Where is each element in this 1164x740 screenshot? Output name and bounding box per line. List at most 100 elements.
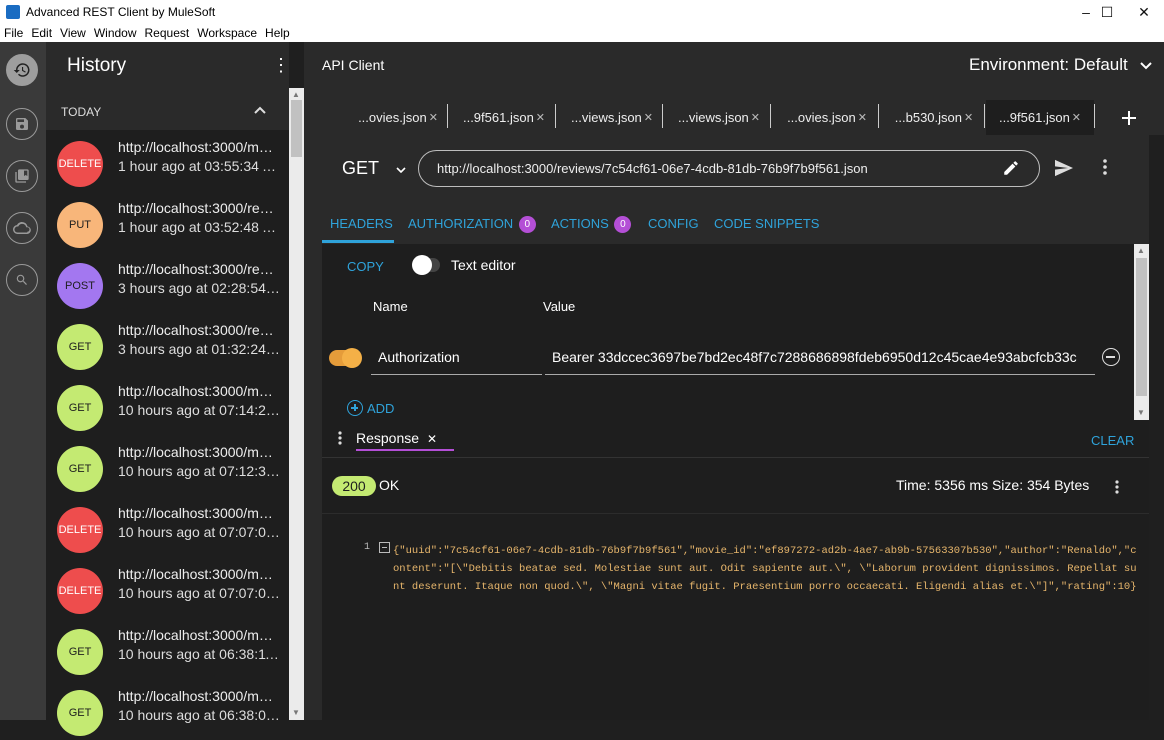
close-tab-icon[interactable]: ✕ <box>644 111 653 124</box>
tab-divider <box>984 104 985 128</box>
close-tab-icon[interactable]: ✕ <box>858 111 867 124</box>
header-value-input[interactable]: Bearer 33dccec3697be7bd2ec48f7c728868689… <box>545 339 1095 375</box>
tab-authorization[interactable]: AUTHORIZATION 0 <box>408 216 536 234</box>
column-header-value: Value <box>543 299 576 314</box>
close-tab-icon[interactable]: ✕ <box>429 111 438 124</box>
drag-handle-icon[interactable] <box>338 431 342 445</box>
count-badge: 0 <box>518 216 536 234</box>
more-vert-icon[interactable]: ⋮ <box>272 56 290 74</box>
scrollbar-thumb[interactable] <box>1136 258 1147 396</box>
scroll-down-icon[interactable]: ▼ <box>292 708 300 717</box>
menu-edit[interactable]: Edit <box>31 26 52 40</box>
more-vert-icon[interactable] <box>1103 159 1107 175</box>
history-item[interactable]: GET http://localhost:3000/movies.json 10 h… <box>46 618 289 679</box>
menu-help[interactable]: Help <box>265 26 290 40</box>
request-tab-active[interactable]: ...9f561.json ✕ <box>986 100 1094 135</box>
history-item[interactable]: GET http://localhost:3000/reviews.json 3 h… <box>46 313 289 374</box>
headers-editor: COPY Text editor Name Value Authorizatio… <box>322 244 1134 420</box>
clear-response-button[interactable]: CLEAR <box>1091 433 1134 448</box>
environment-label: Environment: Default <box>969 55 1128 74</box>
close-window-button[interactable]: ✕ <box>1124 0 1164 24</box>
history-item[interactable]: GET http://localhost:3000/movies.json 10 h… <box>46 374 289 435</box>
collapse-icon[interactable] <box>379 542 390 553</box>
saved-requests-icon[interactable] <box>6 160 38 192</box>
close-tab-icon[interactable]: ✕ <box>751 111 760 124</box>
history-icon[interactable] <box>6 54 38 86</box>
remove-header-icon[interactable] <box>1102 348 1120 366</box>
send-icon[interactable] <box>1054 159 1074 182</box>
history-item-url: http://localhost:3000/movies.json <box>118 383 280 399</box>
header-enabled-toggle[interactable] <box>329 348 362 368</box>
search-icon[interactable] <box>6 264 38 296</box>
tab-headers[interactable]: HEADERS <box>330 216 393 231</box>
menu-workspace[interactable]: Workspace <box>197 26 257 40</box>
history-item-time: 10 hours ago at 06:38:04 PM <box>118 707 280 723</box>
history-item[interactable]: GET http://localhost:3000/movies.json 10 h… <box>46 679 289 740</box>
history-item-url: http://localhost:3000/movies.json <box>118 566 280 582</box>
history-item[interactable]: POST http://localhost:3000/reviews.json 3 … <box>46 252 289 313</box>
scroll-down-icon[interactable]: ▼ <box>1137 408 1145 417</box>
status-code-badge: 200 <box>332 476 376 496</box>
response-tab[interactable]: Response ✕ <box>356 430 437 446</box>
environment-selector[interactable]: Environment: Default <box>969 55 1153 75</box>
tab-config[interactable]: CONFIG <box>648 216 699 231</box>
text-editor-label: Text editor <box>451 257 516 273</box>
url-input[interactable]: http://localhost:3000/reviews/7c54cf61-0… <box>418 150 1040 187</box>
method-badge: DELETE <box>57 507 103 553</box>
response-header: Response ✕ CLEAR <box>322 420 1149 458</box>
history-item[interactable]: PUT http://localhost:3000/reviews/7c54cf6… <box>46 191 289 252</box>
request-tab[interactable]: ...views.json ✕ <box>563 100 661 135</box>
api-client-title: API Client <box>322 57 385 73</box>
request-tab[interactable]: ...ovies.json ✕ <box>350 100 446 135</box>
add-tab-icon[interactable] <box>1122 105 1136 131</box>
method-badge: DELETE <box>57 141 103 187</box>
history-item[interactable]: DELETE http://localhost:3000/movies.json 1… <box>46 557 289 618</box>
request-tab[interactable]: ...9f561.json ✕ <box>455 100 553 135</box>
maximize-button[interactable]: ☐ <box>1087 0 1127 24</box>
history-item[interactable]: DELETE http://localhost:3000/movies/ef897… <box>46 130 289 191</box>
line-number: 1 <box>364 542 371 553</box>
history-item-url: http://localhost:3000/movies.json <box>118 505 280 521</box>
history-item[interactable]: GET http://localhost:3000/movies.json 10 h… <box>46 435 289 496</box>
scroll-up-icon[interactable]: ▲ <box>292 90 300 99</box>
tab-code-snippets[interactable]: CODE SNIPPETS <box>714 216 819 231</box>
cloud-icon[interactable] <box>6 212 38 244</box>
request-tab[interactable]: ...views.json ✕ <box>670 100 768 135</box>
scrollbar-thumb[interactable] <box>291 100 302 157</box>
menu-bar: File Edit View Window Request Workspace … <box>0 24 1164 42</box>
add-header-button[interactable]: ADD <box>347 400 394 416</box>
close-tab-icon[interactable]: ✕ <box>964 111 973 124</box>
text-editor-toggle[interactable] <box>412 255 440 275</box>
request-tab[interactable]: ...b530.json ✕ <box>886 100 982 135</box>
chevron-down-icon[interactable] <box>396 162 406 176</box>
menu-request[interactable]: Request <box>145 26 190 40</box>
headers-scrollbar[interactable]: ▲ ▼ <box>1134 244 1149 420</box>
edit-icon[interactable] <box>1002 159 1020 182</box>
save-icon[interactable] <box>6 108 38 140</box>
method-badge: GET <box>57 446 103 492</box>
history-group-header[interactable]: TODAY <box>46 88 289 130</box>
http-method-selector[interactable]: GET <box>342 158 379 179</box>
chevron-up-icon[interactable] <box>254 103 266 117</box>
history-item-time: 1 hour ago at 03:52:48 AM <box>118 219 280 235</box>
menu-view[interactable]: View <box>60 26 86 40</box>
history-header: History ⋮ <box>46 42 290 88</box>
scroll-up-icon[interactable]: ▲ <box>1137 246 1145 255</box>
header-name-input[interactable]: Authorization <box>371 339 542 375</box>
close-tab-icon[interactable]: ✕ <box>536 111 545 124</box>
history-item[interactable]: DELETE http://localhost:3000/movies.json 1… <box>46 496 289 557</box>
more-vert-icon[interactable] <box>1115 480 1119 494</box>
tab-actions[interactable]: ACTIONS 0 <box>551 216 632 234</box>
request-tabs-bar: ...ovies.json ✕ ...9f561.json ✕ ...views.j… <box>322 88 1164 135</box>
close-tab-icon[interactable]: ✕ <box>1072 111 1081 124</box>
title-bar: Advanced REST Client by MuleSoft – ☐ ✕ <box>0 0 1164 24</box>
copy-button[interactable]: COPY <box>347 259 384 274</box>
panel-gutter <box>304 88 322 720</box>
method-badge: POST <box>57 263 103 309</box>
history-scrollbar[interactable]: ▲ ▼ <box>289 88 304 720</box>
close-tab-icon[interactable]: ✕ <box>427 432 437 446</box>
history-item-time: 1 hour ago at 03:55:34 AM <box>118 158 280 174</box>
request-tab[interactable]: ...ovies.json ✕ <box>778 100 876 135</box>
menu-window[interactable]: Window <box>94 26 137 40</box>
menu-file[interactable]: File <box>4 26 23 40</box>
